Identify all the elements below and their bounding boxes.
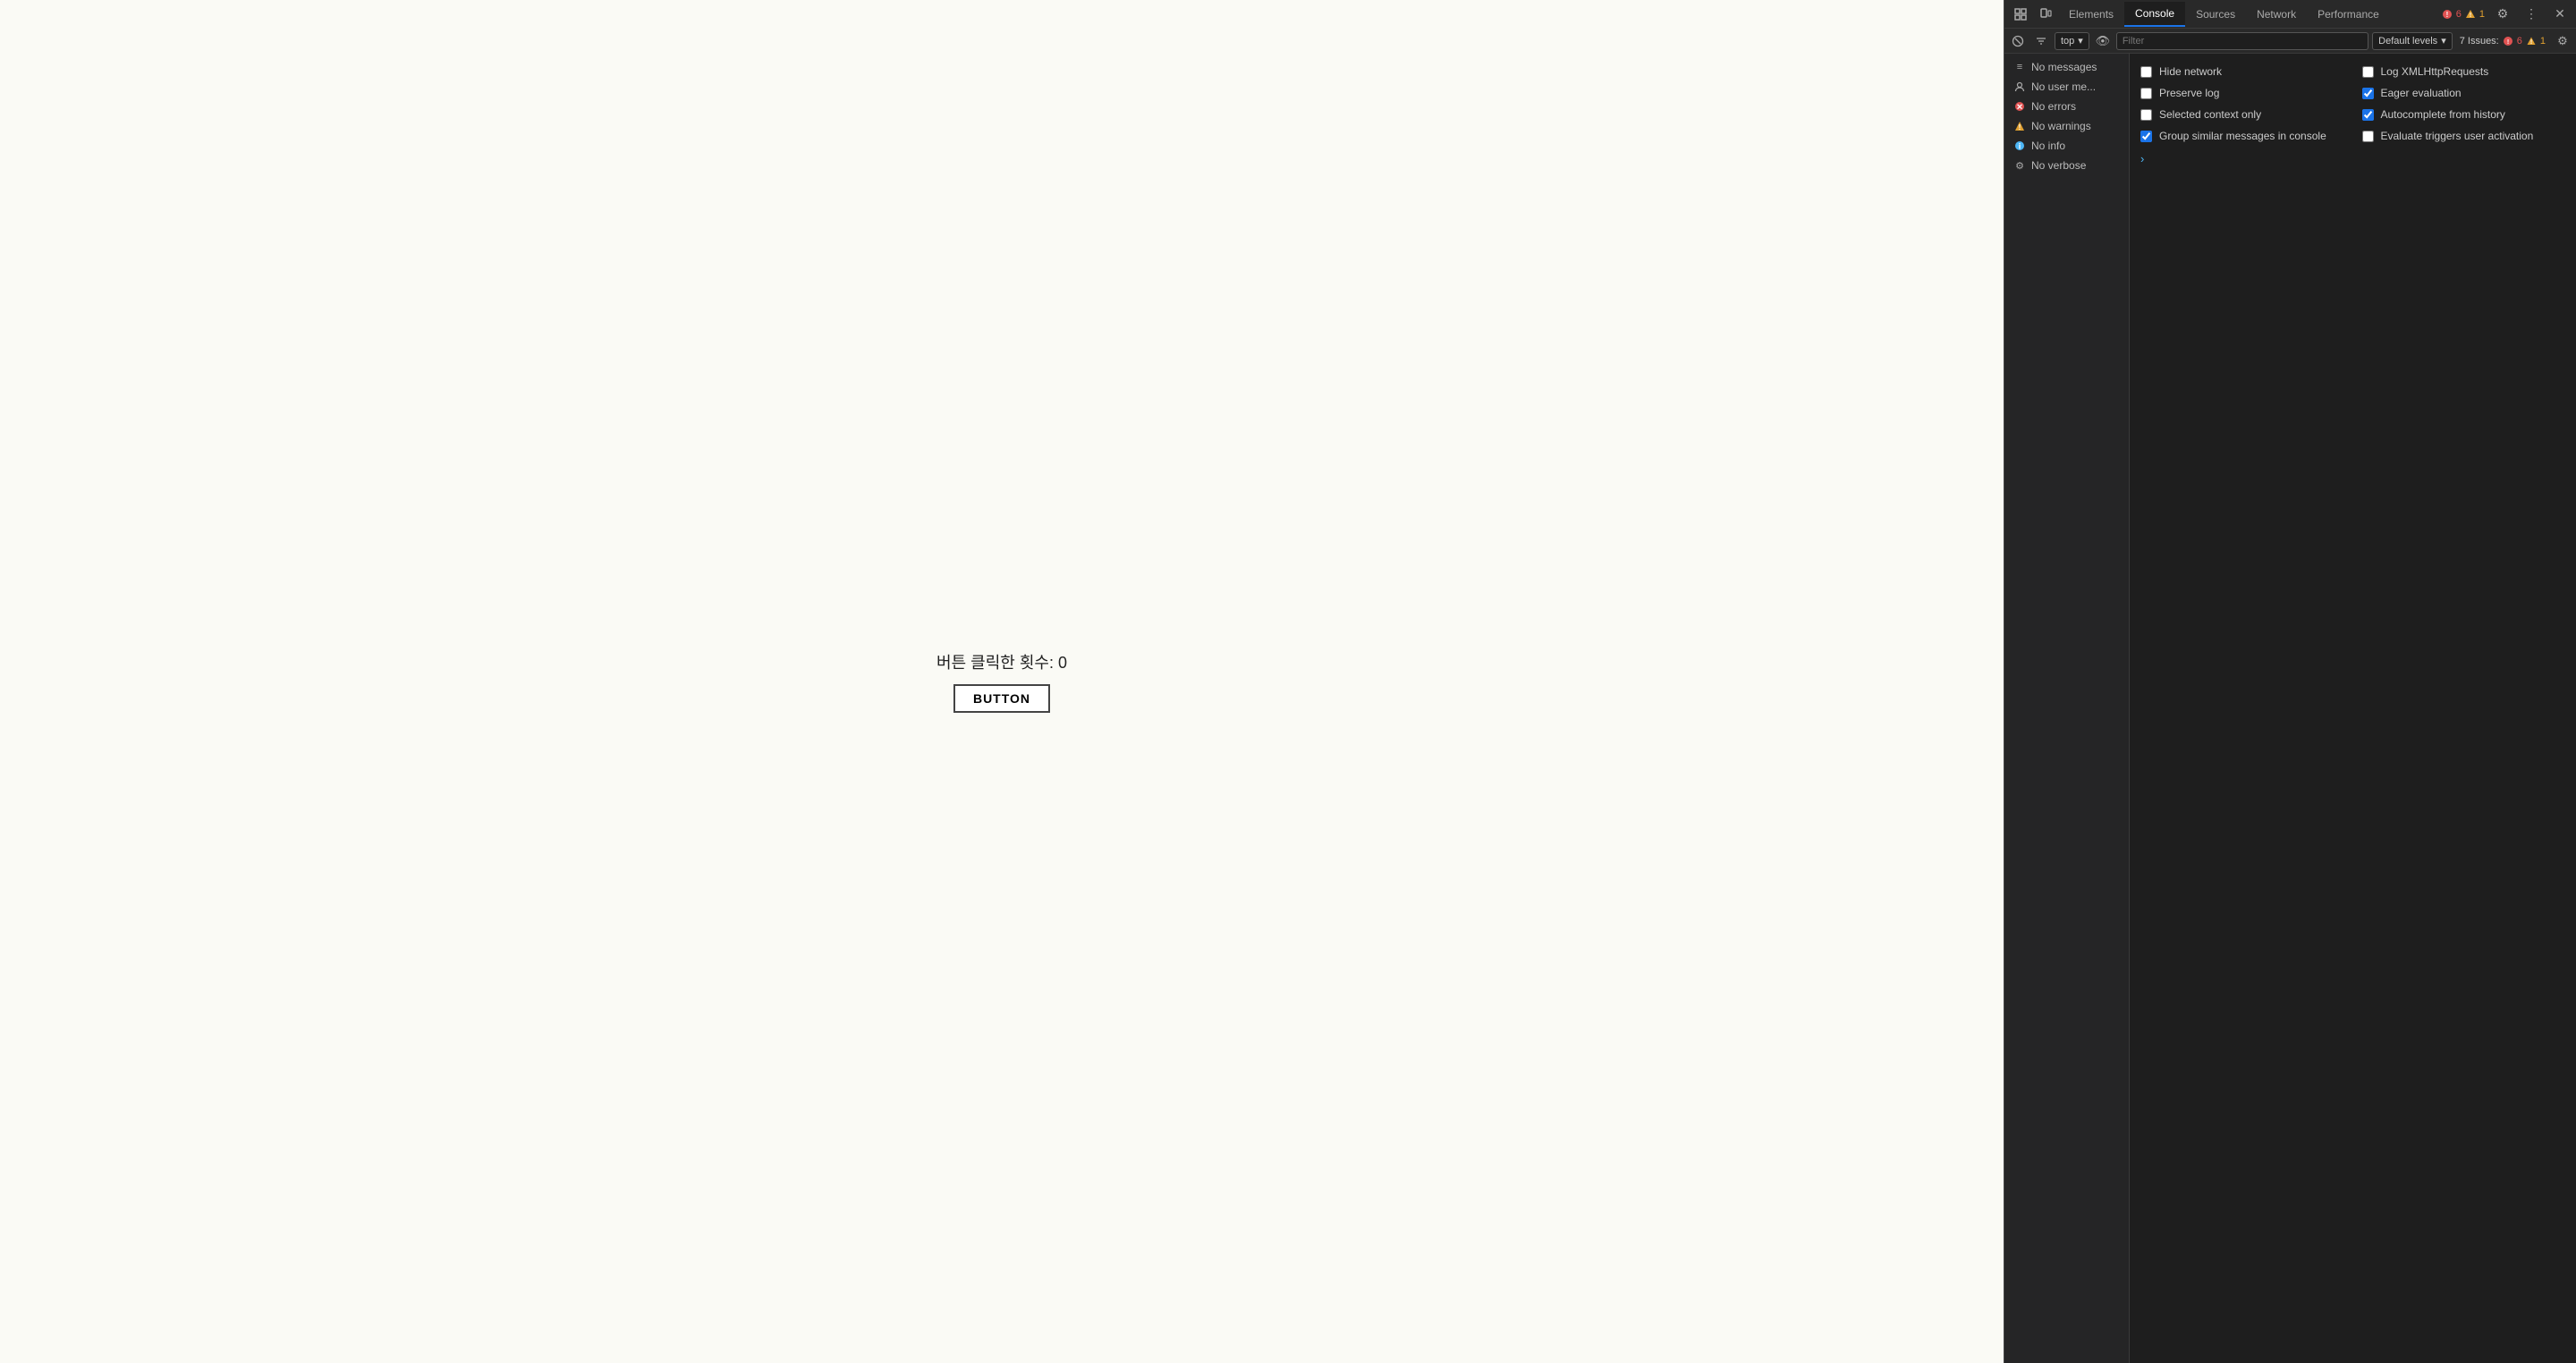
settings-icon[interactable]: ⚙	[2490, 2, 2515, 27]
console-filter-input[interactable]	[2116, 32, 2368, 50]
info-icon: i	[2013, 140, 2026, 152]
setting-hide-network: Hide network	[2140, 61, 2344, 82]
settings-grid: Hide network Log XMLHttpRequests Preserv…	[2140, 61, 2565, 147]
log-xmlhttp-checkbox[interactable]	[2362, 66, 2374, 78]
verbose-icon: ⚙	[2013, 159, 2026, 172]
filter-messages[interactable]: ≡ No messages	[2004, 57, 2129, 77]
svg-text:!: !	[2530, 39, 2532, 46]
hide-network-label[interactable]: Hide network	[2159, 65, 2222, 78]
setting-selected-context: Selected context only	[2140, 104, 2344, 125]
tab-console[interactable]: Console	[2124, 2, 2185, 27]
eval-triggers-label[interactable]: Evaluate triggers user activation	[2381, 130, 2534, 142]
setting-preserve-log: Preserve log	[2140, 82, 2344, 104]
eval-triggers-checkbox[interactable]	[2362, 131, 2374, 142]
eager-eval-label[interactable]: Eager evaluation	[2381, 87, 2462, 99]
svg-text:✕: ✕	[2016, 103, 2023, 112]
hide-network-checkbox[interactable]	[2140, 66, 2152, 78]
svg-text:!: !	[2470, 13, 2471, 19]
setting-eager-eval: Eager evaluation	[2362, 82, 2566, 104]
group-similar-checkbox[interactable]	[2140, 131, 2152, 142]
tab-controls: ⚙ ⋮ ✕	[2490, 2, 2572, 27]
context-selector[interactable]: top ▾	[2055, 32, 2089, 50]
preserve-log-checkbox[interactable]	[2140, 88, 2152, 99]
warning-icon: !	[2013, 120, 2026, 132]
console-settings-panel: Hide network Log XMLHttpRequests Preserv…	[2130, 54, 2576, 1363]
autocomplete-checkbox[interactable]	[2362, 109, 2374, 121]
tab-sources[interactable]: Sources	[2185, 2, 2246, 27]
console-toolbar: top ▾ 👁 Default levels ▾ 7 Issues: ! 6 !…	[2004, 29, 2576, 54]
devtools-panel: Elements Console Sources Network Perform…	[2004, 0, 2576, 1363]
eager-eval-checkbox[interactable]	[2362, 88, 2374, 99]
svg-text:!: !	[2445, 11, 2448, 19]
setting-log-xmlhttp: Log XMLHttpRequests	[2362, 61, 2566, 82]
eye-icon[interactable]: 👁	[2093, 31, 2113, 51]
svg-text:i: i	[2019, 142, 2021, 151]
console-content: ≡ No messages No user me... ✕ No errors	[2004, 54, 2576, 1363]
autocomplete-label[interactable]: Autocomplete from history	[2381, 108, 2505, 121]
page-content: 버튼 클릭한 횟수: 0 BUTTON	[936, 650, 1067, 713]
close-devtools-icon[interactable]: ✕	[2547, 2, 2572, 27]
selected-context-label[interactable]: Selected context only	[2159, 108, 2261, 121]
setting-group-similar: Group similar messages in console	[2140, 125, 2344, 147]
group-similar-label[interactable]: Group similar messages in console	[2159, 130, 2326, 142]
filter-errors[interactable]: ✕ No errors	[2004, 97, 2129, 116]
device-icon[interactable]	[2033, 2, 2058, 27]
preserve-log-label[interactable]: Preserve log	[2159, 87, 2219, 99]
filter-info[interactable]: i No info	[2004, 136, 2129, 156]
setting-eval-triggers: Evaluate triggers user activation	[2362, 125, 2566, 147]
log-xmlhttp-label[interactable]: Log XMLHttpRequests	[2381, 65, 2489, 78]
tab-performance[interactable]: Performance	[2307, 2, 2390, 27]
issues-count-badge[interactable]: 7 Issues: ! 6 ! 1	[2456, 36, 2549, 47]
issues-badge[interactable]: ! 6 ! 1	[2436, 9, 2490, 20]
svg-text:!: !	[2019, 123, 2021, 131]
filter-verbose[interactable]: ⚙ No verbose	[2004, 156, 2129, 175]
selected-context-checkbox[interactable]	[2140, 109, 2152, 121]
click-button[interactable]: BUTTON	[953, 684, 1050, 713]
error-icon: ✕	[2013, 100, 2026, 113]
messages-icon: ≡	[2013, 61, 2026, 73]
filter-icon[interactable]	[2031, 31, 2051, 51]
log-levels-selector[interactable]: Default levels ▾	[2372, 32, 2453, 50]
filter-user-messages[interactable]: No user me...	[2004, 77, 2129, 97]
console-settings-icon[interactable]: ⚙	[2553, 31, 2572, 51]
tab-elements[interactable]: Elements	[2058, 2, 2124, 27]
user-messages-icon	[2013, 80, 2026, 93]
console-prompt-arrow[interactable]: ›	[2140, 147, 2565, 165]
setting-autocomplete: Autocomplete from history	[2362, 104, 2566, 125]
main-page: 버튼 클릭한 횟수: 0 BUTTON	[0, 0, 2004, 1363]
filter-warnings[interactable]: ! No warnings	[2004, 116, 2129, 136]
svg-text:!: !	[2507, 39, 2509, 46]
more-tools-icon[interactable]: ⋮	[2519, 2, 2544, 27]
inspect-icon[interactable]	[2008, 2, 2033, 27]
click-counter-text: 버튼 클릭한 횟수: 0	[936, 650, 1067, 673]
clear-console-icon[interactable]	[2008, 31, 2028, 51]
filter-sidebar: ≡ No messages No user me... ✕ No errors	[2004, 54, 2130, 1363]
tab-network[interactable]: Network	[2246, 2, 2307, 27]
devtools-tab-bar: Elements Console Sources Network Perform…	[2004, 0, 2576, 29]
